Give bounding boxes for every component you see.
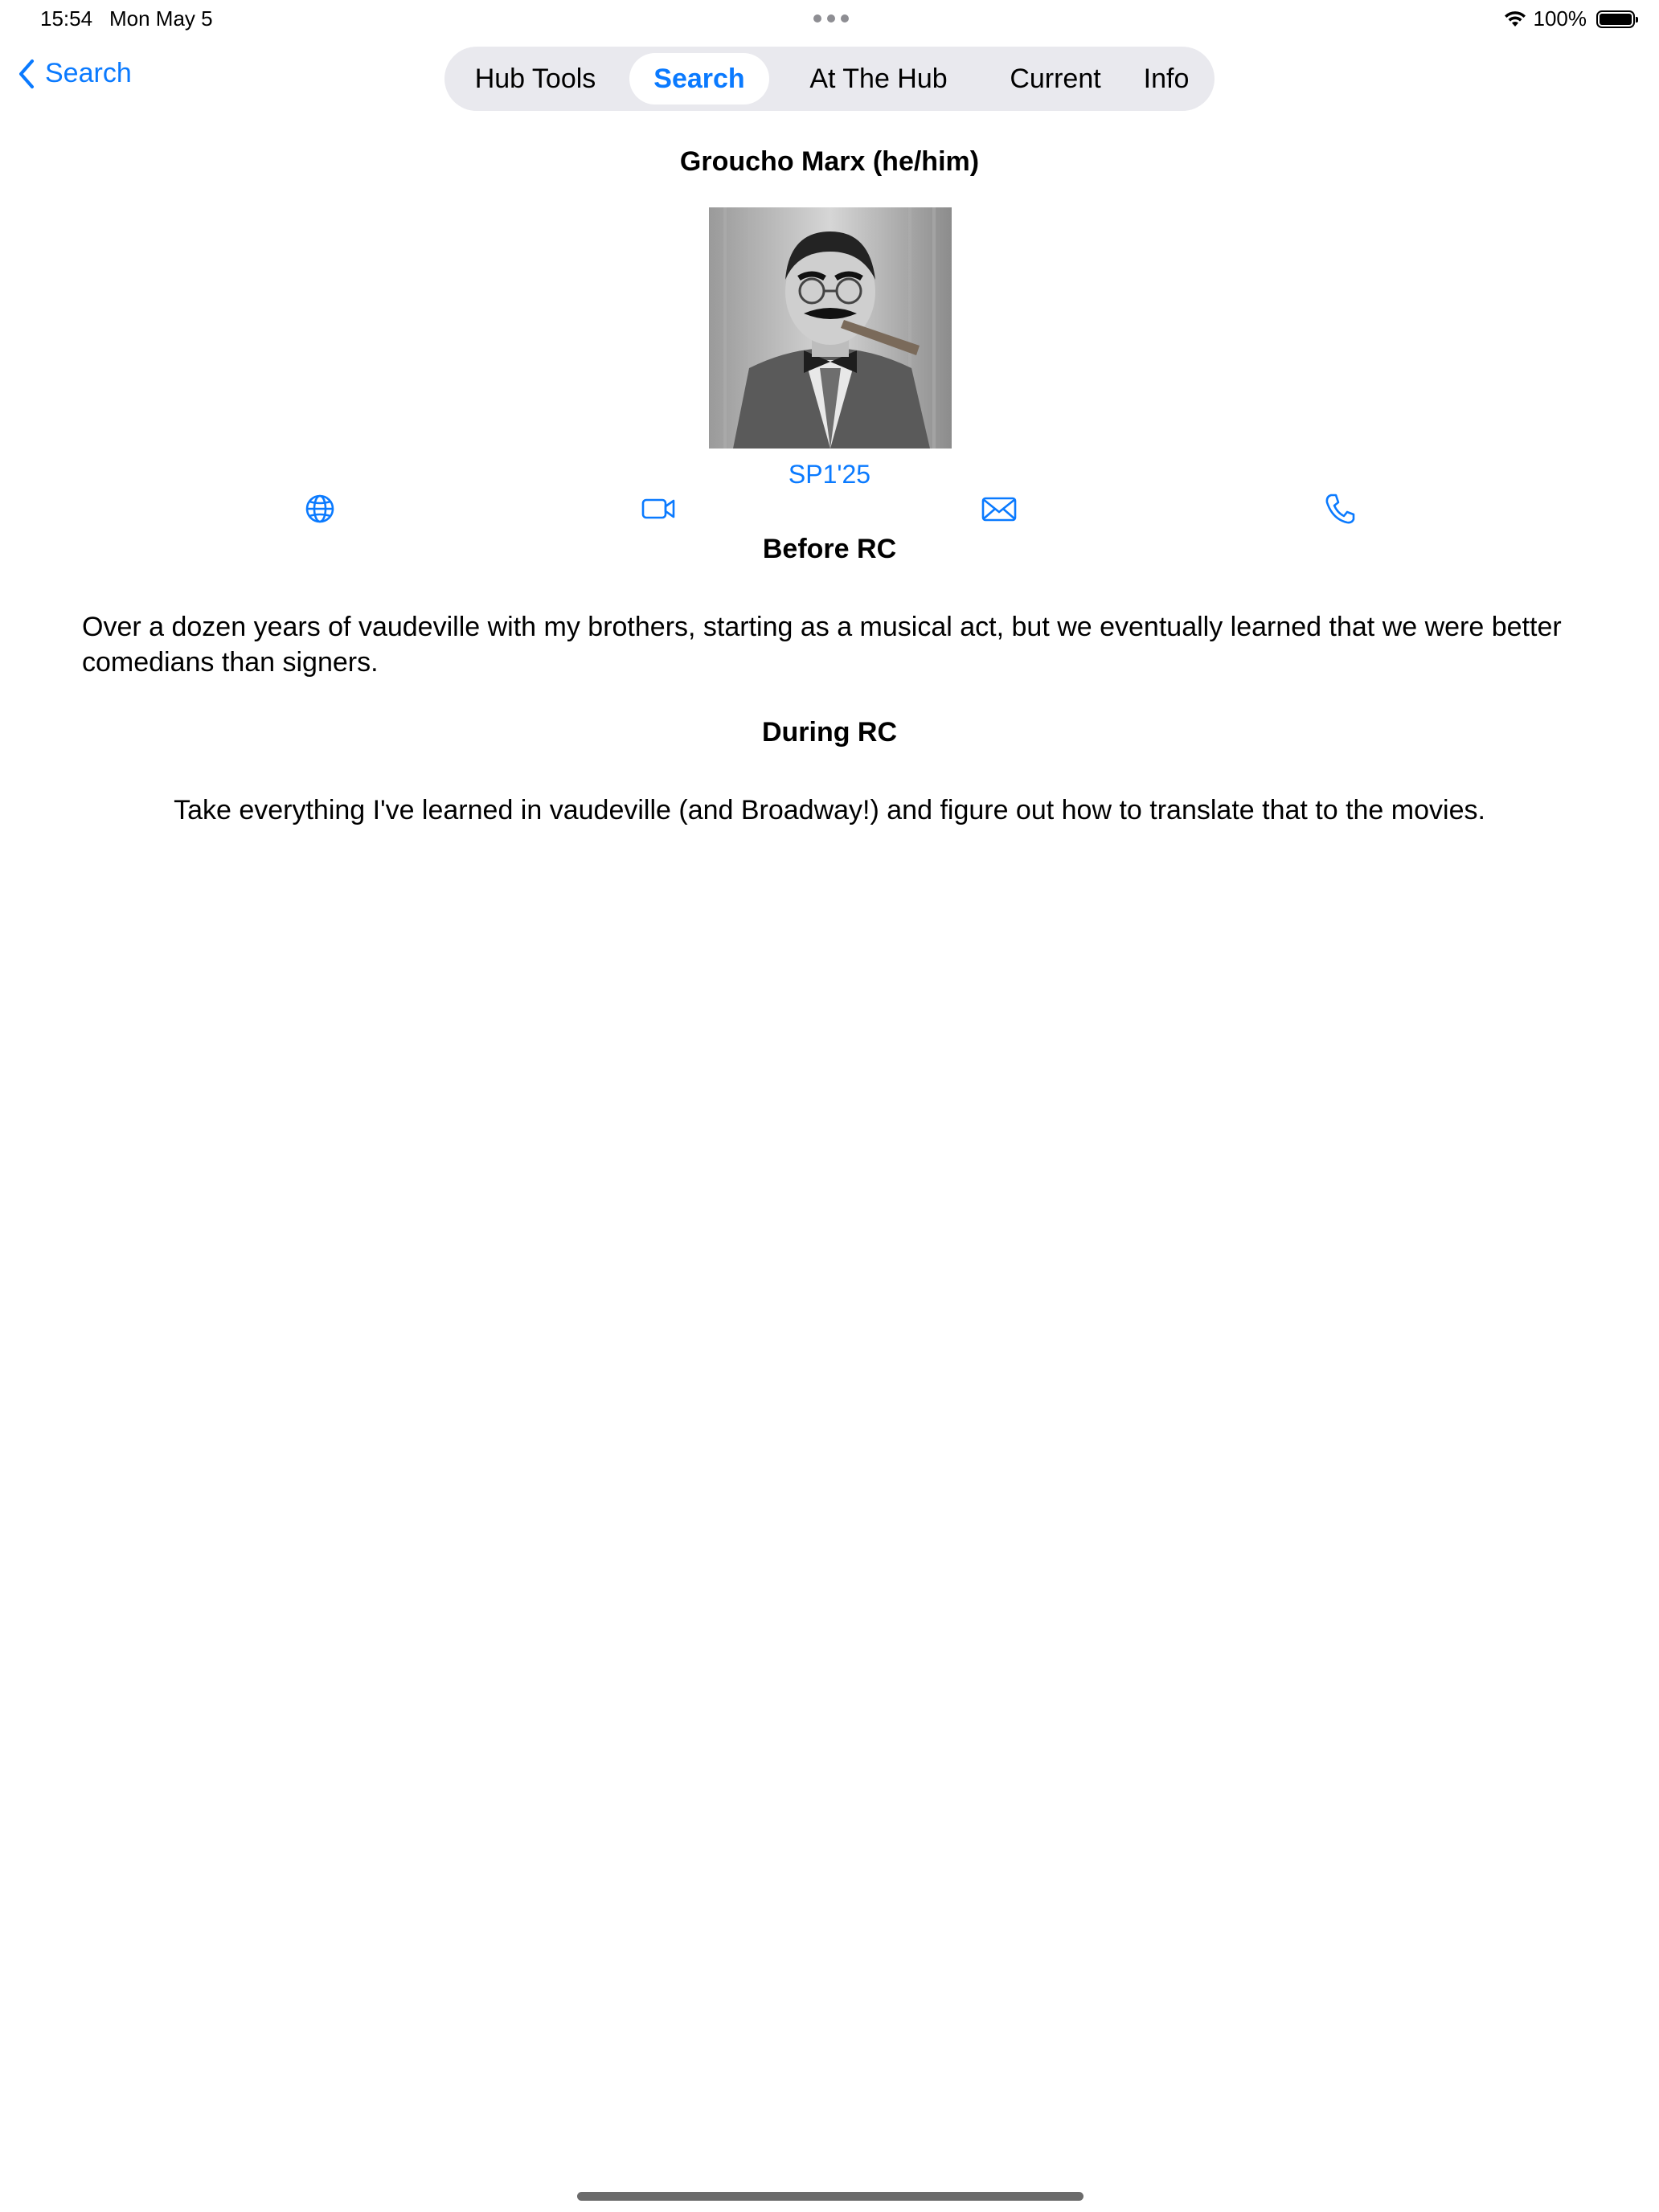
cohort-link[interactable]: SP1'25 xyxy=(0,460,1659,490)
mail-icon xyxy=(981,497,1017,522)
back-label: Search xyxy=(45,58,132,88)
tab-hub-tools[interactable]: Hub Tools xyxy=(461,53,610,104)
status-bar: 15:54 Mon May 5 100% xyxy=(0,0,1659,39)
battery-fill xyxy=(1600,13,1632,25)
tab-info[interactable]: Info xyxy=(1132,53,1201,104)
phone-button[interactable] xyxy=(1321,490,1358,527)
wifi-icon xyxy=(1504,10,1526,27)
website-button[interactable] xyxy=(301,490,338,527)
globe-icon xyxy=(305,494,334,523)
video-call-button[interactable] xyxy=(640,490,677,527)
status-date: Mon May 5 xyxy=(109,6,213,31)
battery-icon xyxy=(1596,10,1638,28)
section-heading-during-rc: During RC xyxy=(761,717,898,748)
multitasking-menu-icon[interactable] xyxy=(813,14,849,23)
tab-at-the-hub[interactable]: At The Hub xyxy=(785,53,972,104)
tab-current[interactable]: Current xyxy=(975,53,1136,104)
tab-bar: Hub Tools Search At The Hub Current Info xyxy=(444,47,1215,111)
status-right: 100% xyxy=(1503,6,1638,31)
profile-name: Groucho Marx (he/him) xyxy=(679,146,980,177)
section-heading-before-rc: Before RC xyxy=(762,534,897,564)
chevron-left-icon xyxy=(19,59,34,88)
app-screen: 15:54 Mon May 5 100% Search Hub Tools Se… xyxy=(0,0,1659,2212)
section-text-during-rc: Take everything I've learned in vaudevil… xyxy=(174,795,1485,825)
back-button[interactable]: Search xyxy=(18,58,132,89)
battery-percent: 100% xyxy=(1533,6,1587,31)
tab-search[interactable]: Search xyxy=(629,53,769,104)
status-time: 15:54 xyxy=(40,6,93,31)
phone-icon xyxy=(1325,494,1355,524)
profile-photo xyxy=(709,207,952,449)
section-text-before-rc: Over a dozen years of vaudeville with my… xyxy=(82,612,1562,678)
home-indicator[interactable] xyxy=(577,2192,1083,2201)
email-button[interactable] xyxy=(981,490,1018,527)
video-icon xyxy=(641,498,675,519)
